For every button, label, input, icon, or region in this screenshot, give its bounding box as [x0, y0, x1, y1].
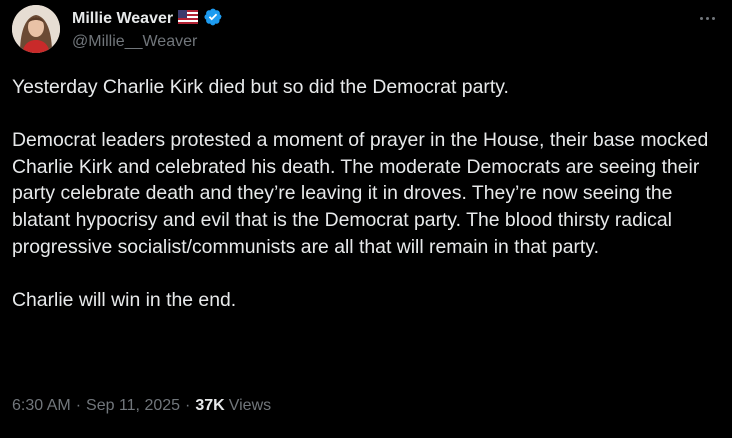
verified-badge-icon[interactable]	[203, 7, 223, 32]
meta-separator: ·	[75, 397, 82, 414]
post-paragraph-3: Charlie will win in the end.	[12, 288, 237, 311]
post-time[interactable]: 6:30 AM	[12, 397, 71, 415]
post-paragraph-1: Yesterday Charlie Kirk died but so did t…	[12, 76, 509, 98]
post-meta: 6:30 AM · Sep 11, 2025 · 37K Views	[12, 397, 271, 415]
display-name[interactable]: Millie Weaver	[72, 10, 173, 28]
author-handle[interactable]: @Millie__Weaver	[72, 33, 197, 51]
post-paragraph-2: Democrat leaders protested a moment of p…	[12, 129, 714, 258]
post-text: Yesterday Charlie Kirk died but so did t…	[12, 74, 724, 313]
more-options-icon[interactable]	[696, 9, 718, 27]
meta-separator: ·	[185, 397, 191, 414]
views-count: 37K	[195, 397, 225, 414]
post: Millie Weaver @Millie__Weaver Yesterday …	[0, 0, 732, 438]
post-date[interactable]: Sep 11, 2025	[86, 397, 180, 415]
views-label: Views	[228, 397, 272, 414]
avatar[interactable]	[12, 5, 60, 53]
author-name-row: Millie Weaver	[72, 8, 223, 30]
us-flag-icon	[178, 9, 199, 29]
